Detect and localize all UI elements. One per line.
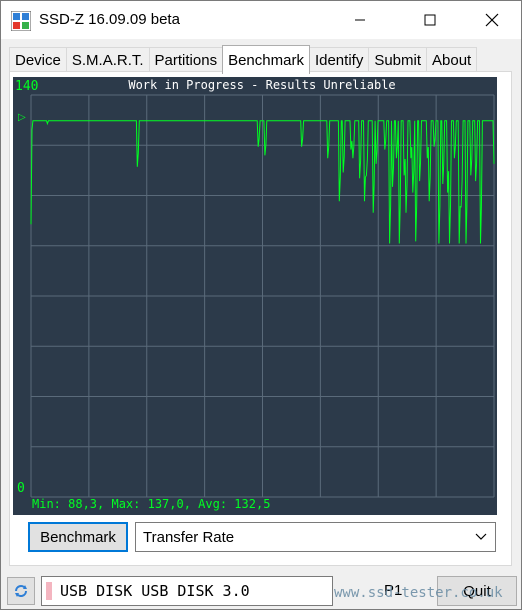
title-bar[interactable]: SSD-Z 16.09.09 beta (1, 1, 521, 39)
app-icon (11, 11, 31, 31)
refresh-icon (15, 585, 27, 597)
benchmark-button[interactable]: Benchmark (28, 522, 128, 552)
tab-label: Submit (374, 52, 422, 69)
drive-name: USB DISK USB DISK 3.0 (60, 582, 250, 600)
close-icon (485, 13, 499, 27)
chart-grid (30, 94, 495, 498)
tab-submit[interactable]: Submit (368, 47, 428, 73)
mode-select[interactable]: Transfer Rate (135, 522, 496, 552)
tab-device[interactable]: Device (9, 47, 67, 73)
chevron-down-icon (475, 533, 487, 540)
tab-smart[interactable]: S.M.A.R.T. (65, 47, 150, 73)
drive-select[interactable]: USB DISK USB DISK 3.0 (41, 576, 333, 606)
tab-label: Device (15, 52, 61, 69)
maximize-button[interactable] (407, 1, 453, 39)
tab-label: S.M.A.R.T. (71, 52, 144, 69)
y-min-label: 0 (17, 481, 25, 496)
window-title: SSD-Z 16.09.09 beta (39, 11, 180, 28)
tab-partitions[interactable]: Partitions (148, 47, 224, 73)
app-window: SSD-Z 16.09.09 beta Device S.M.A.R.T. Pa… (0, 0, 522, 610)
chart-banner: Work in Progress - Results Unreliable (128, 78, 395, 92)
watermark: www.ssd-tester.co.uk (334, 585, 503, 601)
tab-label: Benchmark (228, 51, 304, 69)
mode-select-value: Transfer Rate (143, 529, 235, 546)
tab-label: Identify (314, 52, 364, 69)
close-button[interactable] (469, 1, 515, 39)
tab-label: Partitions (154, 52, 218, 69)
drive-color-swatch (46, 582, 52, 600)
y-max-label: 140 (15, 79, 38, 94)
tab-benchmark[interactable]: Benchmark (222, 45, 310, 74)
maximize-icon (424, 14, 436, 26)
chart-stats: Min: 88,3, Max: 137,0, Avg: 132,5 (32, 497, 270, 511)
tab-identify[interactable]: Identify (308, 47, 370, 73)
tab-strip: Device S.M.A.R.T. Partitions Benchmark I… (9, 45, 478, 74)
benchmark-chart: 140 0 ▷ Work in Progress - Results Unrel… (13, 77, 497, 515)
minimize-button[interactable] (337, 1, 383, 39)
minimize-icon (355, 19, 365, 21)
chart-canvas: 140 0 ▷ Work in Progress - Results Unrel… (15, 78, 495, 511)
refresh-button[interactable] (7, 577, 35, 605)
tab-about[interactable]: About (426, 47, 478, 73)
marker-icon: ▷ (18, 112, 26, 123)
tab-label: About (432, 52, 472, 69)
